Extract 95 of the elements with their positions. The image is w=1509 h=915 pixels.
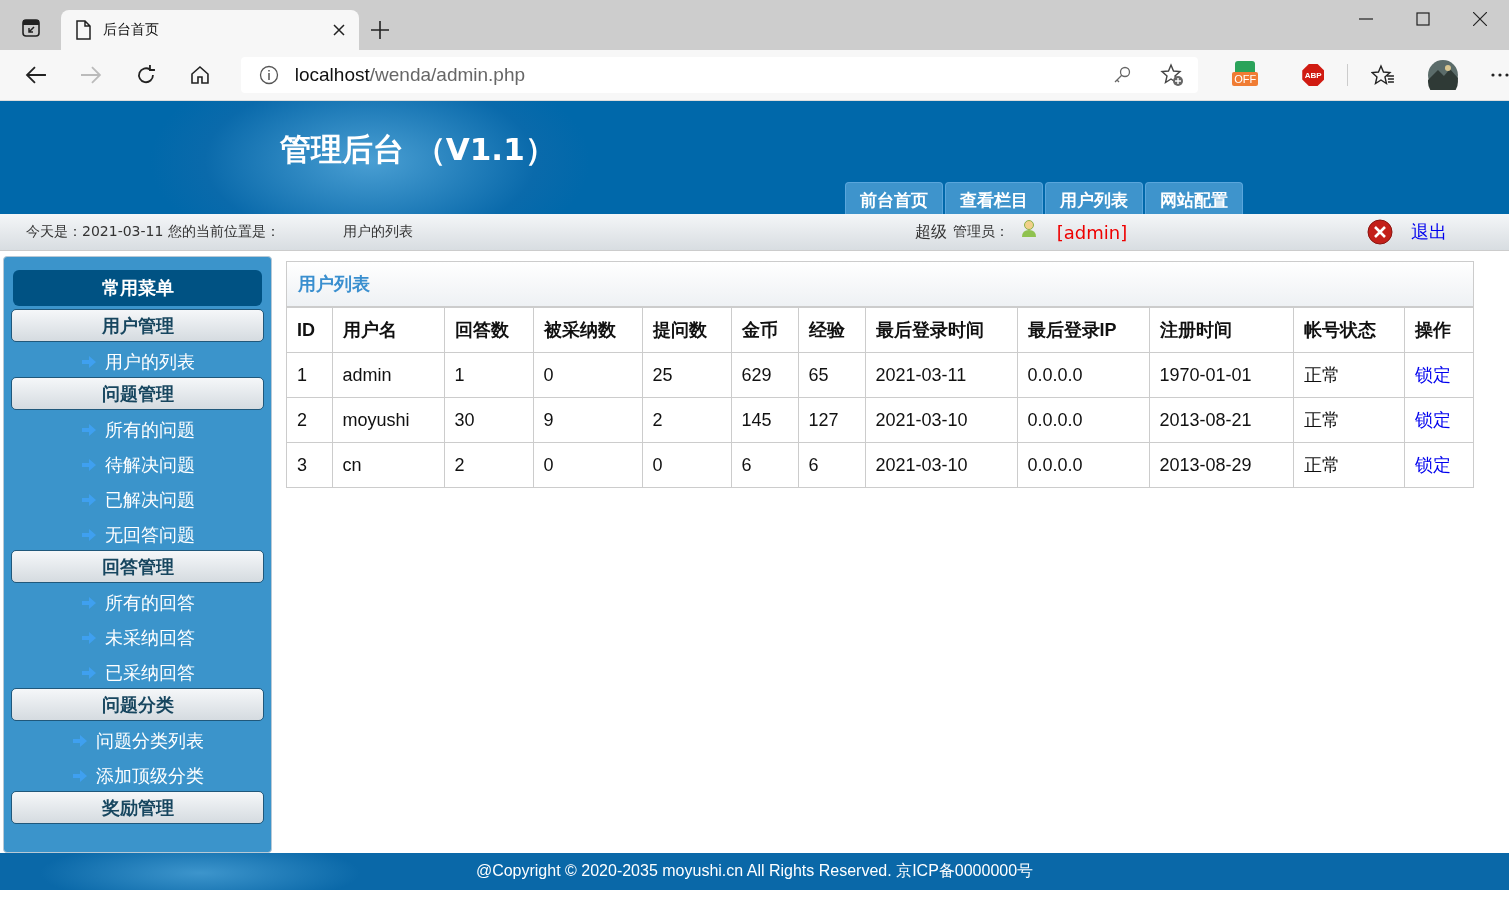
arrow-icon [80,665,97,680]
column-header: 最后登录时间 [865,307,1017,353]
menu-group-header[interactable]: 问题分类 [11,688,264,721]
close-icon[interactable] [333,24,345,36]
sidebar-item[interactable]: 添加顶级分类 [11,756,264,791]
user-icon [1020,220,1037,238]
sidebar-item[interactable]: 已采纳回答 [11,653,264,688]
table-cell: moyushi [332,397,444,443]
table-cell: 2013-08-21 [1149,397,1293,443]
column-header: ID [287,307,332,353]
table-cell: 25 [642,352,731,398]
profile-avatar-icon[interactable] [1428,60,1459,90]
table-cell: 3 [287,442,332,487]
tab-actions-icon[interactable] [21,18,41,38]
table-cell: 2021-03-11 [865,352,1017,398]
column-header: 操作 [1404,307,1473,353]
table-cell: 0.0.0.0 [1017,352,1149,398]
table-cell: 1 [287,352,332,398]
sidebar-item[interactable]: 待解决问题 [11,445,264,480]
nav-tab[interactable]: 网站配置 [1145,182,1243,214]
nav-tab[interactable]: 查看栏目 [945,182,1043,214]
menu-group-header[interactable]: 回答管理 [11,550,264,583]
table-cell: 629 [731,352,798,398]
table-cell: 9 [533,397,642,443]
table-cell: 1970-01-01 [1149,352,1293,398]
logout-link[interactable]: 退出 [1411,220,1448,244]
nav-tab[interactable]: 用户列表 [1045,182,1143,214]
menu-group-header[interactable]: 问题管理 [11,377,264,410]
new-tab-icon[interactable] [371,21,389,39]
column-header: 用户名 [332,307,444,353]
address-bar[interactable]: localhost/wenda/admin.php [240,57,1199,93]
table-cell: 145 [731,397,798,443]
arrow-icon [80,492,97,507]
browser-tab[interactable]: 后台首页 [61,10,359,50]
info-icon [258,65,279,85]
location-text: 用户的列表 [342,223,413,241]
sidebar-item[interactable]: 用户的列表 [11,342,264,377]
sidebar-item[interactable]: 无回答问题 [11,515,264,550]
favorites-icon[interactable] [1371,64,1396,86]
column-header: 注册时间 [1149,307,1293,353]
lock-link[interactable]: 锁定 [1414,455,1451,475]
adblock-icon[interactable]: ABP [1302,64,1325,86]
column-header: 被采纳数 [533,307,642,353]
sidebar-item[interactable]: 已解决问题 [11,480,264,515]
page-icon [75,20,91,40]
arrow-icon [71,733,88,748]
arrow-icon [80,457,97,472]
sidebar-item[interactable]: 未采纳回答 [11,618,264,653]
table-cell: 2021-03-10 [865,397,1017,443]
column-header: 经验 [798,307,865,353]
sidebar-item[interactable]: 问题分类列表 [11,721,264,756]
key-icon[interactable] [1112,65,1133,85]
sidebar-item[interactable]: 所有的问题 [11,410,264,445]
arrow-icon [80,527,97,542]
menu-group-header[interactable]: 用户管理 [11,309,264,342]
column-header: 帐号状态 [1293,307,1404,353]
site-title: 管理后台 （V1.1） [280,130,556,169]
sidebar-title: 常用菜单 [13,270,262,306]
column-header: 回答数 [444,307,533,353]
arrow-icon [80,630,97,645]
username-text: [admin] [1056,221,1128,243]
column-header: 金币 [731,307,798,353]
table-cell: 65 [798,352,865,398]
home-icon[interactable] [189,65,210,85]
table-cell: 127 [798,397,865,443]
role-label: 管理员： [952,223,1009,241]
arrow-icon [80,422,97,437]
close-icon[interactable] [1473,12,1487,26]
back-icon[interactable] [25,65,47,85]
table-cell: 正常 [1293,352,1404,398]
menu-group-header[interactable]: 奖励管理 [11,791,264,824]
date-text: 今天是：2021-03-11 您的当前位置是： [26,223,280,241]
sidebar-item[interactable]: 所有的回答 [11,583,264,618]
maximize-icon[interactable] [1416,12,1430,26]
arrow-icon [80,354,97,369]
table-cell: 30 [444,397,533,443]
table-cell: 正常 [1293,397,1404,443]
more-icon[interactable] [1491,73,1509,77]
add-favorite-icon[interactable] [1160,63,1185,87]
table-cell: admin [332,352,444,398]
column-header: 提问数 [642,307,731,353]
arrow-icon [71,768,88,783]
nav-tab[interactable]: 前台首页 [845,182,943,214]
close-circle-icon[interactable] [1367,219,1394,245]
table-cell: 1 [444,352,533,398]
column-header: 最后登录IP [1017,307,1149,353]
tab-title: 后台首页 [103,21,160,39]
table-cell: 0.0.0.0 [1017,397,1149,443]
role-text: 超级 [914,221,947,243]
arrow-icon [80,595,97,610]
table-cell: 2 [642,397,731,443]
copyright-text: @Copyright © 2020-2035 moyushi.cn All Rights Reserved. 京ICP备0000000号 [475,861,1034,881]
url-text: localhost/wenda/admin.php [294,64,527,86]
table-cell: 2 [287,397,332,443]
table-cell: 0 [533,352,642,398]
